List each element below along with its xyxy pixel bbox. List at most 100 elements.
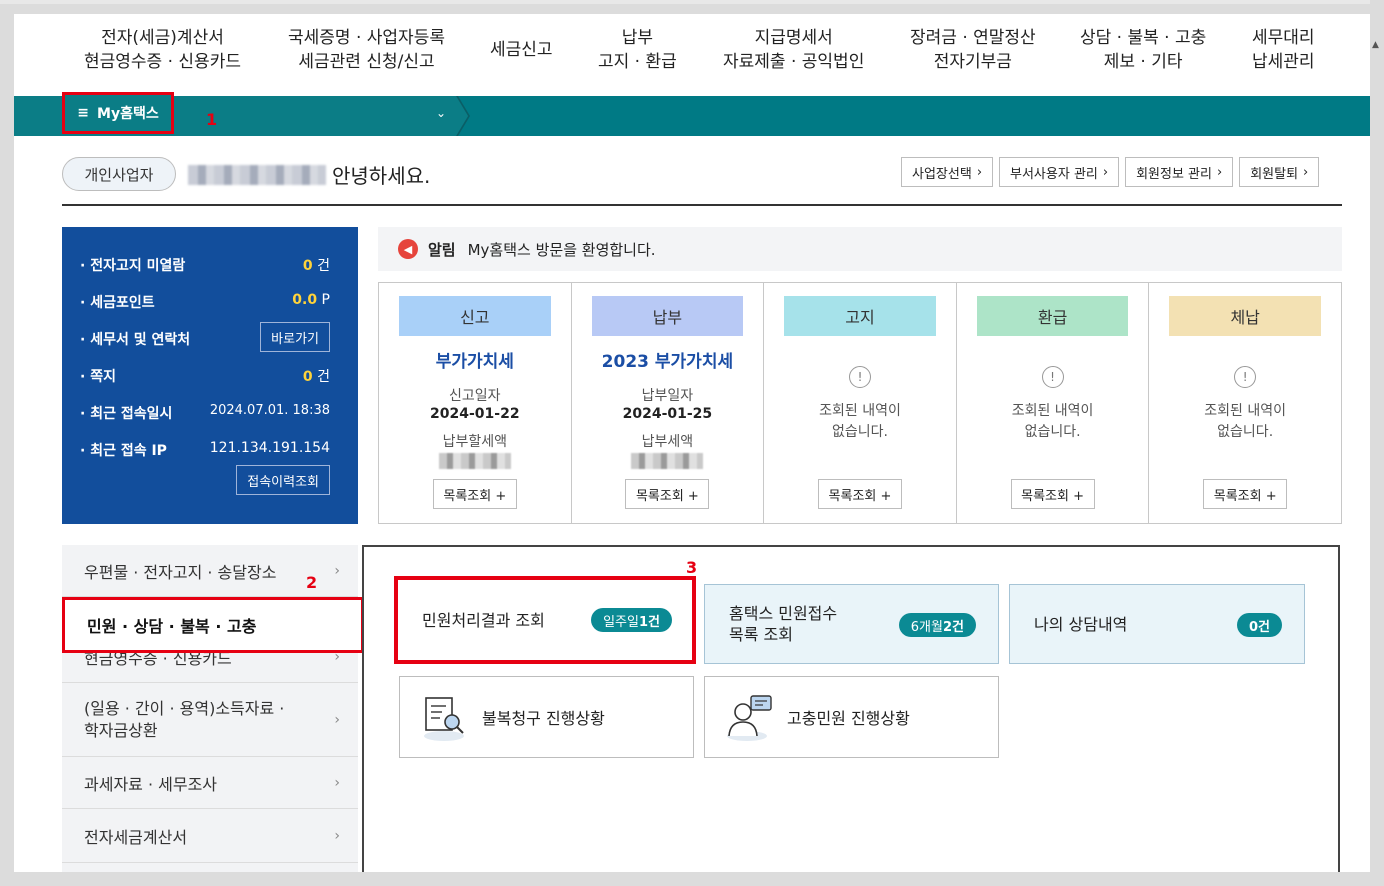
account-summary-box: · 전자고지 미열람 0 건 · 세금포인트 0.0 P · 세무서 및 연락처…: [62, 227, 358, 524]
menu-item-tax-audit[interactable]: 과세자료 · 세무조사 ›: [62, 757, 358, 809]
tile-my-consultations[interactable]: 나의 상담내역 0건: [1009, 584, 1305, 664]
chevron-right-icon: ›: [334, 562, 340, 579]
gnb-item-e-invoice[interactable]: 전자(세금)계산서 현금영수증 · 신용카드: [84, 26, 241, 74]
tile-grievance-status[interactable]: 고충민원 진행상황: [704, 676, 999, 758]
scroll-up-arrow-icon[interactable]: ▲: [1372, 40, 1379, 50]
card-label-amount: 납부할세액: [442, 434, 507, 450]
hometax-page: 전자(세금)계산서 현금영수증 · 신용카드 국세증명 · 사업자등록 세금관련 신…: [14, 14, 1370, 872]
info-label-tax-point: · 세금포인트: [80, 295, 155, 311]
list-view-button[interactable]: 목록조회 +: [432, 479, 517, 509]
gnb-item-payment[interactable]: 납부 고지 · 환급: [598, 26, 677, 74]
chevron-right-icon: ›: [976, 164, 983, 180]
user-name-blurred: [188, 165, 326, 185]
info-value-last-ip: 121.134.191.154: [209, 440, 330, 456]
card-value-date: 2024-01-25: [622, 406, 713, 422]
global-nav: 전자(세금)계산서 현금영수증 · 신용카드 국세증명 · 사업자등록 세금관련 신…: [14, 14, 1370, 96]
exclamation-icon: !: [848, 366, 871, 388]
card-filing: 신고 부가가치세 신고일자 2024-01-22 납부할세액 목록조회 +: [379, 283, 572, 523]
card-label-amount: 납부세액: [641, 434, 694, 450]
count-badge: 0건: [1236, 613, 1282, 637]
document-search-icon: [424, 697, 464, 741]
card-value-date: 2024-01-22: [430, 406, 520, 422]
greeting-text: 안녕하세요.: [332, 164, 431, 188]
info-value-tax-point[interactable]: 0.0 P: [292, 292, 330, 308]
chevron-down-icon[interactable]: ⌄: [436, 106, 446, 120]
card-category: 고지: [784, 296, 936, 336]
tile-appeal-status[interactable]: 불복청구 진행상황: [399, 676, 694, 758]
gnb-item-incentives[interactable]: 장려금 · 연말정산 전자기부금: [910, 26, 1036, 74]
select-business-button[interactable]: 사업장선택 ›: [901, 157, 994, 187]
user-type-badge: 개인사업자: [62, 157, 176, 191]
menu-item-civil-complaint[interactable]: 민원 · 상담 · 불복 · 고충: [62, 597, 364, 653]
info-value-enotice[interactable]: 0 건: [303, 255, 330, 275]
gnb-item-statements[interactable]: 지급명세서 자료제출 · 공익법인: [723, 26, 864, 74]
chevron-right-icon: ›: [1303, 164, 1309, 180]
annotation-3: 3: [686, 558, 698, 577]
tile-label: 불복청구 진행상황: [482, 709, 605, 728]
info-label-message: · 쪽지: [80, 369, 116, 385]
menu-item-e-tax-invoice[interactable]: 전자세금계산서 ›: [62, 809, 358, 863]
notice-message: My홈택스 방문을 환영합니다.: [467, 240, 656, 259]
card-category: 납부: [591, 296, 744, 336]
gnb-item-tax-filing[interactable]: 세금신고: [490, 38, 553, 62]
member-info-button[interactable]: 회원정보 관리 ›: [1125, 157, 1234, 187]
gnb-item-certificates[interactable]: 국세증명 · 사업자등록 세금관련 신청/신고: [288, 26, 445, 74]
shortcut-button[interactable]: 바로가기: [260, 322, 330, 352]
scrollbar-track[interactable]: [1370, 0, 1384, 886]
info-label-tax-office: · 세무서 및 연락처: [80, 332, 191, 348]
annotation-2: 2: [306, 573, 318, 592]
card-category: 신고: [399, 296, 551, 336]
chevron-right-icon: ›: [1102, 164, 1109, 180]
tile-label: 나의 상담내역: [1034, 614, 1128, 634]
notice-title: 알림: [428, 240, 456, 259]
info-label-last-ip: · 최근 접속 IP: [80, 443, 167, 459]
card-amount-blurred: [631, 453, 704, 469]
card-refund: 환급 ! 조회된 내역이 없습니다. 목록조회 +: [957, 283, 1150, 523]
tile-label: 홈택스 민원접수 목록 조회: [729, 604, 838, 644]
count-badge: 6개월 2건: [898, 613, 976, 637]
tile-hometax-complaint-list[interactable]: 홈택스 민원접수 목록 조회 6개월 2건: [704, 584, 999, 664]
card-payment: 납부 2023 부가가치세 납부일자 2024-01-25 납부세액 목록조회 …: [572, 283, 765, 523]
chevron-right-icon: ›: [1216, 164, 1223, 180]
exclamation-icon: !: [1234, 366, 1257, 388]
account-buttons: 사업장선택 › 부서사용자 관리 › 회원정보 관리 › 회원탈퇴 ›: [901, 157, 1320, 187]
dept-user-manage-button[interactable]: 부서사용자 관리 ›: [999, 157, 1120, 187]
list-view-button[interactable]: 목록조회 +: [1010, 479, 1095, 509]
notice-bar: ◀ 알림 My홈택스 방문을 환영합니다.: [378, 227, 1342, 271]
card-notice: 고지 ! 조회된 내역이 없습니다. 목록조회 +: [764, 283, 957, 523]
count-badge: 일주일 1건: [591, 608, 672, 632]
access-history-button[interactable]: 접속이력조회: [236, 465, 330, 495]
chevron-right-icon: ›: [334, 827, 340, 844]
annotation-1: 1: [206, 110, 218, 129]
section-divider: [62, 204, 1342, 206]
list-view-button[interactable]: 목록조회 +: [625, 479, 710, 509]
card-tax-name[interactable]: 부가가치세: [379, 347, 571, 372]
breadcrumb-chevron-icon: [456, 96, 470, 136]
gnb-item-consultation[interactable]: 상담 · 불복 · 고충 제보 · 기타: [1080, 26, 1206, 74]
withdraw-button[interactable]: 회원탈퇴 ›: [1239, 157, 1320, 187]
my-hometax-menu-button[interactable]: ≡ My홈택스: [62, 92, 174, 134]
list-view-button[interactable]: 목록조회 +: [817, 479, 902, 509]
tax-status-cards: 신고 부가가치세 신고일자 2024-01-22 납부할세액 목록조회 + 납부…: [378, 282, 1342, 524]
card-empty-message: 조회된 내역이 없습니다.: [819, 403, 901, 440]
tile-label: 고충민원 진행상황: [787, 709, 910, 728]
card-amount-blurred: [438, 453, 511, 469]
left-menu: 우편물 · 전자고지 · 송달장소 › 현금영수증 · 신용카드 › (일용 · 간…: [62, 545, 358, 872]
hamburger-icon: ≡: [77, 105, 90, 121]
card-tax-name[interactable]: 2023 부가가치세: [572, 347, 764, 372]
card-category: 체납: [1169, 296, 1321, 336]
card-delinquent: 체납 ! 조회된 내역이 없습니다. 목록조회 +: [1149, 283, 1341, 523]
info-value-last-login: 2024.07.01. 18:38: [209, 403, 330, 418]
my-hometax-label: My홈택스: [97, 106, 159, 122]
window-top-edge: [0, 0, 1384, 4]
chevron-right-icon: ›: [334, 711, 340, 728]
exclamation-icon: !: [1041, 366, 1064, 388]
gnb-item-tax-agent[interactable]: 세무대리 납세관리: [1252, 26, 1315, 74]
list-view-button[interactable]: 목록조회 +: [1203, 479, 1288, 509]
menu-item-income-data[interactable]: (일용 · 간이 · 용역)소득자료 · 학자금상환 ›: [62, 683, 358, 757]
tile-label: 민원처리결과 조회: [422, 610, 545, 630]
tile-complaint-result-highlighted[interactable]: 민원처리결과 조회 일주일 1건: [394, 576, 696, 664]
megaphone-icon: ◀: [398, 239, 418, 259]
info-value-message[interactable]: 0 건: [303, 366, 330, 386]
card-empty-message: 조회된 내역이 없습니다.: [1204, 403, 1287, 440]
